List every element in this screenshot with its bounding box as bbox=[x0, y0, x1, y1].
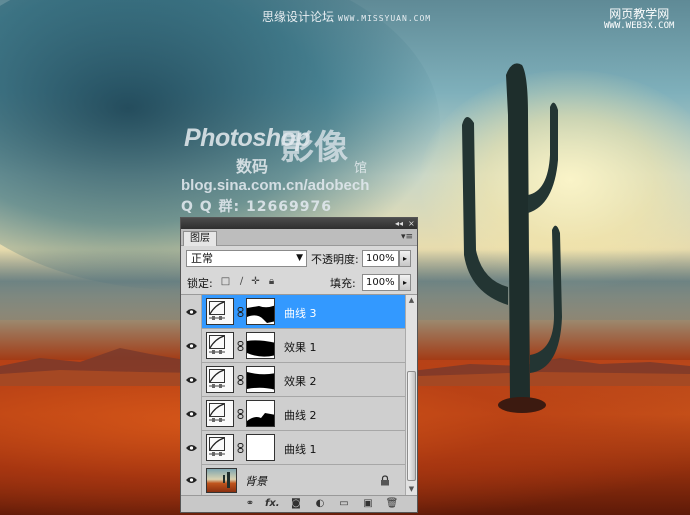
layer-mask-thumbnail[interactable] bbox=[246, 298, 275, 325]
lock-label: 锁定: bbox=[187, 277, 213, 290]
chain-link-icon[interactable] bbox=[237, 341, 244, 351]
qq-group-watermark: Q Q 群: 12669976 bbox=[181, 199, 332, 215]
watermark-site: WWW.MISSYUAN.COM bbox=[338, 14, 432, 23]
blend-mode-select[interactable]: 正常 ▼ bbox=[186, 250, 307, 267]
eye-icon bbox=[186, 477, 197, 483]
opacity-stepper[interactable]: ▸ bbox=[399, 250, 411, 267]
lock-image-icon[interactable]: ∕ bbox=[236, 276, 247, 287]
corner-watermark-title: 网页教学网 bbox=[609, 7, 670, 21]
fill-label: 填充: bbox=[330, 277, 356, 290]
new-layer-icon[interactable]: ▣ bbox=[361, 498, 375, 510]
eye-icon bbox=[186, 411, 197, 417]
visibility-toggle[interactable] bbox=[181, 295, 202, 329]
visibility-toggle[interactable] bbox=[181, 465, 202, 495]
scroll-down-icon[interactable]: ▼ bbox=[406, 484, 417, 495]
corner-watermark-url: WWW.WEB3X.COM bbox=[604, 21, 675, 31]
top-watermark: 思缘设计论坛 WWW.MISSYUAN.COM bbox=[262, 8, 431, 25]
new-group-icon[interactable]: ▭ bbox=[337, 498, 351, 510]
layer-row-background[interactable]: 背景 bbox=[181, 465, 405, 495]
lock-all-icon[interactable]: 🔒︎ bbox=[266, 276, 277, 287]
blend-opacity-row: 正常 ▼ 不透明度: 100% ▸ bbox=[186, 250, 412, 268]
visibility-toggle[interactable] bbox=[181, 363, 202, 397]
curves-adjustment-icon bbox=[206, 400, 234, 427]
layer-row-curves-2[interactable]: 曲线 2 bbox=[181, 397, 405, 431]
layer-row-effect-2[interactable]: 效果 2 bbox=[181, 363, 405, 397]
chain-link-icon[interactable] bbox=[237, 307, 244, 317]
collapse-icon[interactable]: ◂◂ bbox=[395, 218, 403, 229]
blog-url-watermark: blog.sina.com.cn/adobech bbox=[181, 177, 370, 194]
opacity-label: 不透明度: bbox=[311, 253, 359, 266]
background-layer-thumbnail bbox=[206, 468, 237, 493]
layer-name: 背景 bbox=[245, 475, 267, 488]
curves-adjustment-icon bbox=[206, 366, 234, 393]
layer-name: 效果 2 bbox=[284, 375, 317, 388]
logo-shuma-text: 数码 bbox=[236, 157, 269, 176]
layer-list: 曲线 3 效果 1 效果 2 曲线 2 曲线 1 背景 bbox=[181, 295, 405, 495]
curves-adjustment-icon bbox=[206, 332, 234, 359]
lock-icon bbox=[381, 475, 389, 486]
panel-bottom-toolbar: ⚭ fx. ◙ ◐ ▭ ▣ 🗑︎ bbox=[181, 495, 417, 512]
link-layers-icon[interactable]: ⚭ bbox=[243, 498, 257, 510]
eye-icon bbox=[186, 445, 197, 451]
panel-titlebar[interactable]: ◂◂ × bbox=[181, 218, 417, 229]
panel-menu-icon[interactable]: ▾≡ bbox=[401, 232, 413, 242]
logo-yingxiang-text: 影像 bbox=[280, 128, 348, 168]
fx-icon[interactable]: fx. bbox=[265, 498, 280, 510]
visibility-toggle[interactable] bbox=[181, 329, 202, 363]
curves-adjustment-icon bbox=[206, 298, 234, 325]
layer-list-scrollbar[interactable]: ▲ ▼ bbox=[405, 295, 417, 495]
layer-row-curves-3[interactable]: 曲线 3 bbox=[181, 295, 405, 329]
layer-row-curves-1[interactable]: 曲线 1 bbox=[181, 431, 405, 465]
layer-name: 曲线 2 bbox=[284, 409, 317, 422]
layer-name: 效果 1 bbox=[284, 341, 317, 354]
chain-link-icon[interactable] bbox=[237, 443, 244, 453]
tab-layers[interactable]: 图层 bbox=[183, 231, 217, 246]
lock-transparency-icon[interactable]: □ bbox=[220, 276, 231, 287]
scrollbar-thumb[interactable] bbox=[407, 371, 416, 481]
close-icon[interactable]: × bbox=[408, 218, 415, 229]
cactus-silhouette bbox=[462, 63, 562, 413]
scroll-up-icon[interactable]: ▲ bbox=[406, 295, 417, 306]
visibility-toggle[interactable] bbox=[181, 397, 202, 431]
opacity-input[interactable]: 100% bbox=[362, 250, 399, 267]
chain-link-icon[interactable] bbox=[237, 375, 244, 385]
fill-stepper[interactable]: ▸ bbox=[399, 274, 411, 291]
layer-name: 曲线 1 bbox=[284, 443, 317, 456]
layer-mask-thumbnail[interactable] bbox=[246, 366, 275, 393]
curves-adjustment-icon bbox=[206, 434, 234, 461]
panel-tabbar: 图层 ▾≡ bbox=[181, 229, 417, 246]
eye-icon bbox=[186, 309, 197, 315]
visibility-toggle[interactable] bbox=[181, 431, 202, 465]
chevron-down-icon: ▼ bbox=[296, 253, 303, 263]
layer-row-effect-1[interactable]: 效果 1 bbox=[181, 329, 405, 363]
photoshop-logo-watermark: Photoshop 影像 数码 馆 bbox=[184, 124, 367, 176]
trash-icon[interactable]: 🗑︎ bbox=[385, 498, 399, 510]
layer-name: 曲线 3 bbox=[284, 307, 317, 320]
blend-mode-value: 正常 bbox=[191, 252, 213, 265]
lock-fill-row: 锁定: □ ∕ ✛ 🔒︎ 填充: 100% ▸ bbox=[186, 274, 412, 292]
layer-mask-thumbnail[interactable] bbox=[246, 400, 275, 427]
layer-mask-thumbnail[interactable] bbox=[246, 434, 275, 461]
eye-icon bbox=[186, 377, 197, 383]
chain-link-icon[interactable] bbox=[237, 409, 244, 419]
add-mask-icon[interactable]: ◙ bbox=[289, 498, 303, 510]
fill-input[interactable]: 100% bbox=[362, 274, 399, 291]
layer-mask-thumbnail[interactable] bbox=[246, 332, 275, 359]
logo-guan-text: 馆 bbox=[354, 161, 368, 176]
lock-position-icon[interactable]: ✛ bbox=[250, 276, 261, 287]
adjustment-layer-icon[interactable]: ◐ bbox=[313, 498, 327, 510]
layers-panel: ◂◂ × 图层 ▾≡ 正常 ▼ 不透明度: 100% ▸ 锁定: □ ∕ ✛ 🔒… bbox=[180, 217, 418, 513]
eye-icon bbox=[186, 343, 197, 349]
watermark-title: 思缘设计论坛 bbox=[262, 10, 335, 24]
corner-watermark: 网页教学网 WWW.WEB3X.COM bbox=[604, 8, 674, 32]
